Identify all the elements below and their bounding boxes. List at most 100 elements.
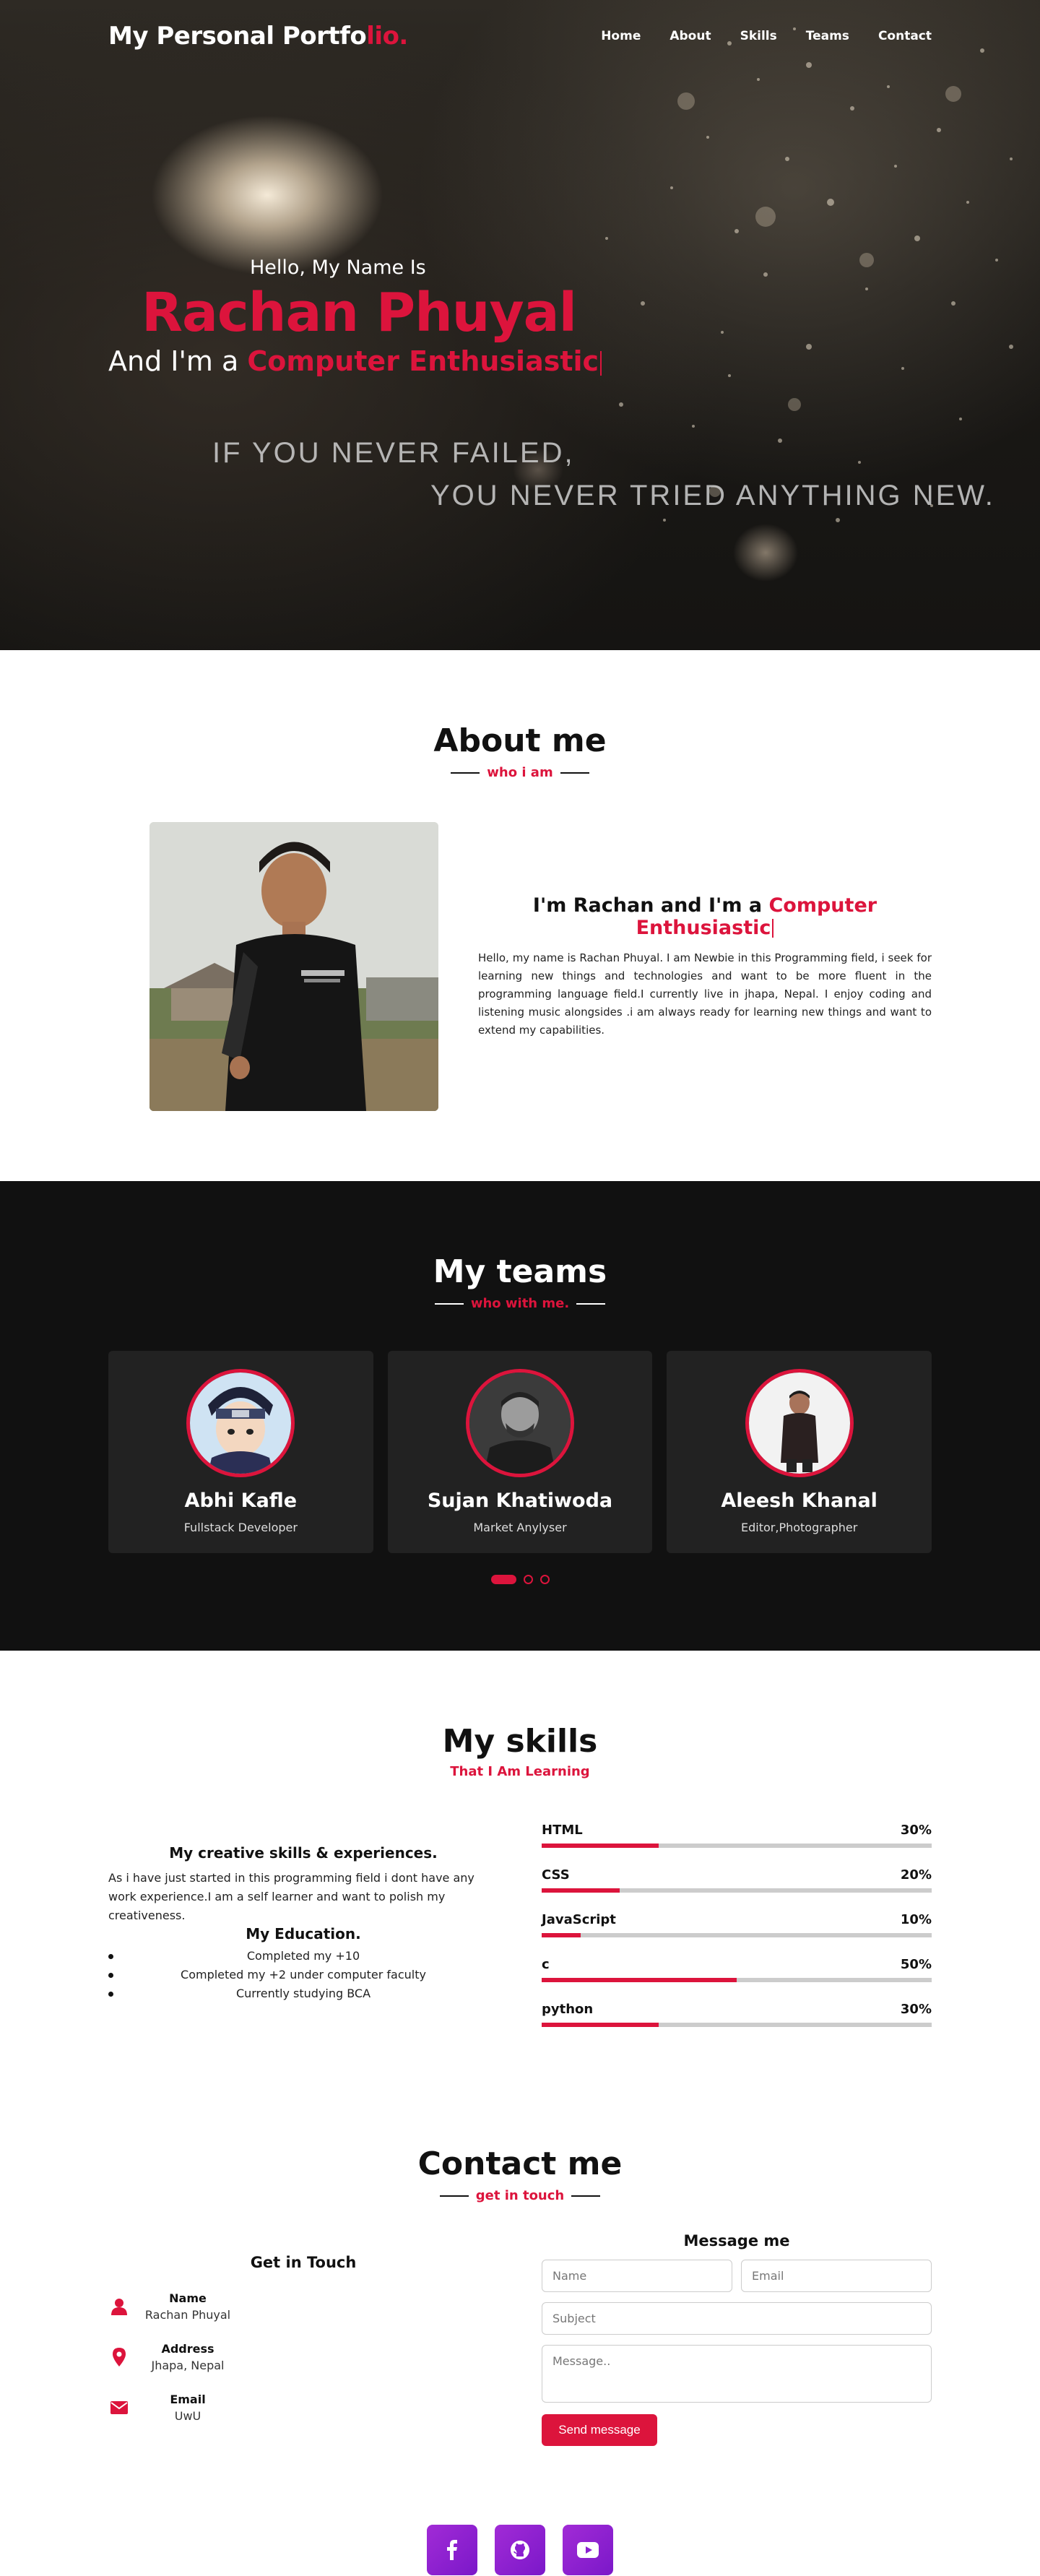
subtitle-line-right <box>576 1302 606 1305</box>
about-text-block: I'm Rachan and I'm a Computer Enthusiast… <box>478 894 932 1040</box>
nav-item-teams[interactable]: Teams <box>806 29 849 43</box>
about-heading: I'm Rachan and I'm a Computer Enthusiast… <box>478 894 932 939</box>
team-member-position: Fullstack Developer <box>183 1521 298 1534</box>
contact-subtitle: get in touch <box>108 2188 932 2203</box>
github-button[interactable] <box>495 2525 545 2575</box>
skill-percent: 50% <box>900 1957 932 1972</box>
hero-name: Rachan Phuyal <box>142 282 577 344</box>
facebook-button[interactable] <box>427 2525 477 2575</box>
creative-text: As i have just started in this programmi… <box>108 1871 474 1922</box>
name-input[interactable]: Name <box>542 2260 732 2292</box>
team-member-name: Aleesh Khanal <box>721 1490 878 1512</box>
skill-bar: HTML 30% <box>542 1823 932 1848</box>
carousel-dot[interactable] <box>540 1575 550 1584</box>
carousel-dot-active[interactable] <box>490 1575 516 1584</box>
contact-info-name: Name Rachan Phuyal <box>108 2291 498 2322</box>
hero-role-typed: Computer Enthusiastic <box>247 345 599 377</box>
get-in-touch-heading: Get in Touch <box>250 2254 357 2271</box>
nav-item-about[interactable]: About <box>670 29 711 43</box>
logo-main: My Personal Portfo <box>108 22 367 51</box>
about-description: Hello, my name is Rachan Phuyal. I am Ne… <box>478 951 932 1037</box>
teams-subtitle-text: who with me. <box>470 1296 570 1311</box>
creative-heading: My creative skills & experiences. <box>169 1844 438 1862</box>
about-title: About me <box>433 722 607 759</box>
skill-track <box>542 2023 932 2027</box>
github-icon <box>511 2541 529 2559</box>
skill-bars: HTML 30% CSS 20% JavaScript 10% c 50% python… <box>542 1823 932 2046</box>
skill-percent: 10% <box>900 1912 932 1927</box>
social-links <box>0 2525 1040 2575</box>
nav-menu: Home About Skills Teams Contact <box>601 29 932 43</box>
skill-track <box>542 1844 932 1848</box>
skill-bar: python 30% <box>542 2002 932 2027</box>
skill-name: python <box>542 2002 594 2017</box>
hero-quote-line1: IF YOU NEVER FAILED, <box>212 437 575 469</box>
skill-track <box>542 1933 932 1937</box>
skill-bar: c 50% <box>542 1957 932 1982</box>
skill-fill <box>542 1844 659 1848</box>
info-head: Email <box>170 2393 206 2406</box>
education-list: Completed my +10 Completed my +2 under c… <box>108 1947 498 2003</box>
team-card[interactable]: Aleesh Khanal Editor,Photographer <box>667 1351 932 1553</box>
nav-item-contact[interactable]: Contact <box>878 29 932 43</box>
profile-photo-illustration <box>150 822 438 1111</box>
email-input[interactable]: Email <box>741 2260 932 2292</box>
hero-quote-line2: YOU NEVER TRIED ANYTHING NEW. <box>430 480 995 511</box>
about-subtitle: who i am <box>108 765 932 780</box>
team-card[interactable]: Sujan Khatiwoda Market Anylyser <box>387 1351 653 1553</box>
skill-fill <box>542 2023 659 2027</box>
team-avatar <box>745 1369 854 1477</box>
team-avatar <box>186 1369 295 1477</box>
subtitle-line-left <box>451 771 480 774</box>
nav-item-skills[interactable]: Skills <box>740 29 777 43</box>
skill-bar: CSS 20% <box>542 1867 932 1893</box>
carousel-dot[interactable] <box>523 1575 533 1584</box>
team-carousel[interactable]: Abhi Kafle Fullstack Developer Sujan Kha… <box>108 1351 932 1553</box>
info-value: Rachan Phuyal <box>144 2308 231 2322</box>
youtube-icon <box>577 2542 599 2558</box>
skills-subtitle: That I Am Learning <box>108 1764 932 1779</box>
contact-form: Message me Name Email Subject Message.. … <box>542 2232 932 2446</box>
skill-name: CSS <box>542 1867 570 1883</box>
skill-track <box>542 1888 932 1893</box>
about-typing-cursor <box>772 919 774 938</box>
skill-name: c <box>542 1957 550 1972</box>
info-head: Name <box>169 2291 207 2305</box>
hero-role-prefix: And I'm a <box>108 345 248 377</box>
message-textarea[interactable]: Message.. <box>542 2345 932 2403</box>
typing-cursor <box>600 350 602 376</box>
skill-percent: 30% <box>900 1823 932 1838</box>
youtube-button[interactable] <box>563 2525 613 2575</box>
subtitle-line-left <box>439 2195 469 2197</box>
about-profile-photo <box>150 822 438 1111</box>
team-member-position: Market Anylyser <box>473 1521 567 1534</box>
hero-greeting: Hello, My Name Is <box>250 256 426 279</box>
nav-item-home[interactable]: Home <box>601 29 641 43</box>
education-item: Completed my +10 <box>108 1947 498 1966</box>
teams-subtitle: who with me. <box>108 1296 932 1311</box>
skills-section: My skills That I Am Learning My creative… <box>0 1651 1040 2073</box>
subtitle-line-right <box>560 771 589 774</box>
user-icon <box>108 2298 130 2315</box>
subtitle-line-right <box>571 2195 601 2197</box>
carousel-pagination <box>108 1575 932 1584</box>
envelope-icon <box>108 2401 130 2414</box>
team-card[interactable]: Abhi Kafle Fullstack Developer <box>108 1351 373 1553</box>
contact-subtitle-text: get in touch <box>475 2188 565 2203</box>
education-item: Currently studying BCA <box>108 1984 498 2003</box>
team-member-name: Abhi Kafle <box>184 1490 298 1512</box>
subtitle-line-left <box>434 1302 464 1305</box>
education-item: Completed my +2 under computer faculty <box>108 1966 498 1984</box>
teams-title: My teams <box>433 1253 607 1290</box>
team-member-position: Editor,Photographer <box>741 1521 858 1534</box>
site-logo[interactable]: My Personal Portfolio. <box>108 22 408 51</box>
skill-track <box>542 1978 932 1982</box>
skill-fill <box>542 1888 620 1893</box>
teams-section: My teams who with me. Abhi Kafle Fullsta… <box>0 1181 1040 1651</box>
info-head: Address <box>161 2342 214 2356</box>
send-message-button[interactable]: Send message <box>542 2414 657 2446</box>
message-me-heading: Message me <box>683 2232 790 2249</box>
subject-input[interactable]: Subject <box>542 2302 932 2335</box>
skill-bar: JavaScript 10% <box>542 1912 932 1937</box>
contact-info-address: Address Jhapa, Nepal <box>108 2342 498 2372</box>
